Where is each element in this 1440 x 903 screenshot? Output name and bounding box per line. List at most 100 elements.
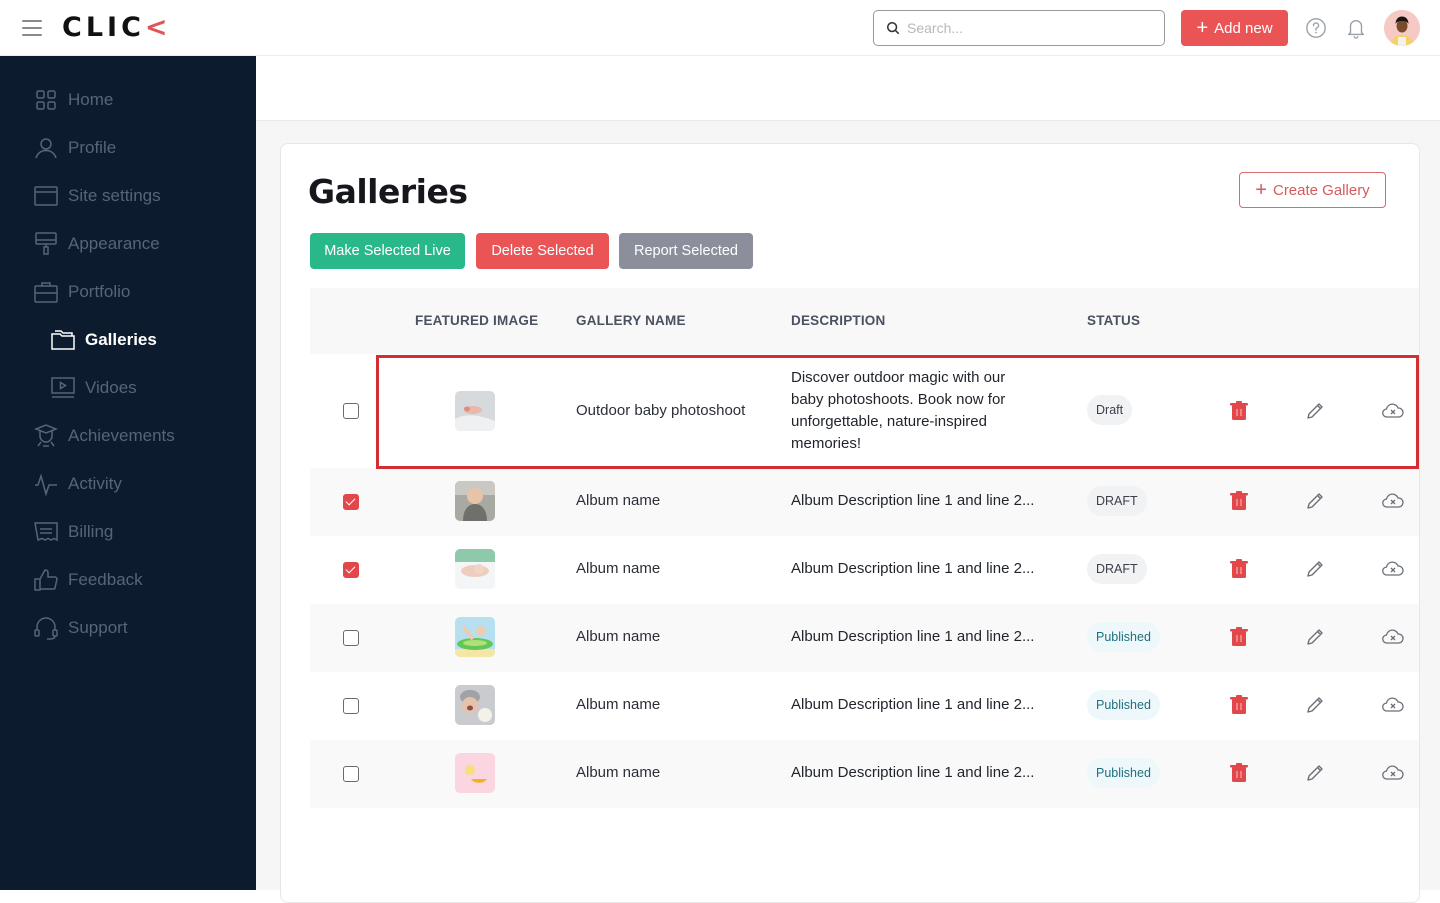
user-icon <box>35 138 57 159</box>
activity-icon <box>35 473 57 496</box>
pencil-icon[interactable] <box>1305 491 1325 511</box>
pencil-icon[interactable] <box>1305 559 1325 579</box>
row-checkbox[interactable] <box>343 698 359 714</box>
status-badge: Published <box>1087 690 1160 720</box>
search-icon <box>886 21 900 35</box>
trash-icon[interactable] <box>1230 559 1248 579</box>
plus-icon: + <box>1196 17 1209 39</box>
row-checkbox[interactable] <box>343 766 359 782</box>
gallery-name: Outdoor baby photoshoot <box>576 402 746 419</box>
trash-icon[interactable] <box>1230 695 1248 715</box>
table-row[interactable]: Album name Album Description line 1 and … <box>310 468 1419 536</box>
trash-icon[interactable] <box>1230 627 1248 647</box>
unpublish-cloud-icon[interactable] <box>1382 695 1404 715</box>
column-header-featured-image: FEATURED IMAGE <box>415 313 539 328</box>
avatar[interactable] <box>1384 10 1420 46</box>
graduate-icon <box>34 424 58 447</box>
video-icon <box>51 377 75 398</box>
search-box[interactable] <box>873 10 1165 46</box>
sidebar-item-label: Portfolio <box>68 282 131 301</box>
menu-icon[interactable] <box>22 20 42 36</box>
pencil-icon[interactable] <box>1305 401 1325 421</box>
unpublish-cloud-icon[interactable] <box>1382 401 1404 421</box>
gallery-description: Album Description line 1 and line 2... <box>791 764 1035 781</box>
table-row[interactable]: Album name Album Description line 1 and … <box>310 604 1419 672</box>
column-header-status: STATUS <box>1087 313 1141 328</box>
sidebar-item-feedback[interactable]: Feedback <box>34 566 143 594</box>
window-icon <box>34 186 58 206</box>
add-new-label: Add new <box>1214 19 1273 37</box>
featured-image-thumbnail[interactable] <box>455 549 495 589</box>
featured-image-thumbnail[interactable] <box>455 753 495 793</box>
gallery-name: Album name <box>576 560 661 577</box>
receipt-icon <box>34 522 58 542</box>
column-header-description: DESCRIPTION <box>791 313 886 328</box>
table-row[interactable]: Album name Album Description line 1 and … <box>310 672 1419 740</box>
pencil-icon[interactable] <box>1305 763 1325 783</box>
sidebar-item-profile[interactable]: Profile <box>34 134 116 162</box>
add-new-button[interactable]: + Add new <box>1181 10 1288 46</box>
sidebar-item-home[interactable]: Home <box>34 86 113 114</box>
featured-image-thumbnail[interactable] <box>455 391 495 431</box>
sidebar-item-label: Galleries <box>85 330 157 349</box>
sidebar-item-support[interactable]: Support <box>34 614 128 642</box>
table-row[interactable]: Outdoor baby photoshoot Discover outdoor… <box>310 354 1419 468</box>
thumbs-up-icon <box>34 569 58 591</box>
unpublish-cloud-icon[interactable] <box>1382 491 1404 511</box>
gallery-description: Album Description line 1 and line 2... <box>791 560 1035 577</box>
gallery-description: Album Description line 1 and line 2... <box>791 628 1035 645</box>
sidebar-item-videos[interactable]: Vidoes <box>51 374 137 402</box>
gallery-name: Album name <box>576 628 661 645</box>
plus-icon: + <box>1255 179 1267 201</box>
row-checkbox[interactable] <box>343 630 359 646</box>
gallery-name: Album name <box>576 696 661 713</box>
report-selected-button[interactable]: Report Selected <box>619 233 753 269</box>
sidebar-item-label: Vidoes <box>85 378 137 397</box>
table-row[interactable]: Album name Album Description line 1 and … <box>310 536 1419 604</box>
sidebar-item-label: Billing <box>68 522 114 541</box>
sidebar-item-achievements[interactable]: Achievements <box>34 422 175 450</box>
table-row[interactable]: Album name Album Description line 1 and … <box>310 740 1419 808</box>
create-gallery-label: Create Gallery <box>1272 181 1370 199</box>
sidebar-item-site-settings[interactable]: Site settings <box>34 182 161 210</box>
top-bar: CLIC< + Add new <box>0 0 1440 56</box>
paint-roller-icon <box>35 232 57 255</box>
help-icon[interactable] <box>1305 17 1327 39</box>
sidebar-item-label: Support <box>68 618 128 637</box>
featured-image-thumbnail[interactable] <box>455 481 495 521</box>
pencil-icon[interactable] <box>1305 627 1325 647</box>
trash-icon[interactable] <box>1230 491 1248 511</box>
headset-icon <box>34 617 58 640</box>
sidebar-item-portfolio[interactable]: Portfolio <box>34 278 130 306</box>
gallery-description: Album Description line 1 and line 2... <box>791 492 1035 509</box>
create-gallery-button[interactable]: + Create Gallery <box>1239 172 1386 208</box>
unpublish-cloud-icon[interactable] <box>1382 627 1404 647</box>
logo[interactable]: CLIC< <box>62 12 172 43</box>
featured-image-thumbnail[interactable] <box>455 685 495 725</box>
trash-icon[interactable] <box>1230 763 1248 783</box>
logo-text: CLIC <box>62 12 145 43</box>
delete-selected-button[interactable]: Delete Selected <box>476 233 609 269</box>
pencil-icon[interactable] <box>1305 695 1325 715</box>
unpublish-cloud-icon[interactable] <box>1382 763 1404 783</box>
row-checkbox[interactable] <box>343 403 359 419</box>
row-checkbox[interactable] <box>343 562 359 578</box>
sidebar-item-activity[interactable]: Activity <box>34 470 122 498</box>
sidebar-item-label: Appearance <box>68 234 160 253</box>
search-input[interactable] <box>907 20 1147 36</box>
sidebar-item-billing[interactable]: Billing <box>34 518 113 546</box>
make-selected-live-button[interactable]: Make Selected Live <box>310 233 465 269</box>
sidebar-item-label: Activity <box>68 474 122 493</box>
bell-icon[interactable] <box>1345 16 1367 40</box>
trash-icon[interactable] <box>1230 401 1248 421</box>
gallery-name: Album name <box>576 764 661 781</box>
status-badge: DRAFT <box>1087 486 1147 516</box>
featured-image-thumbnail[interactable] <box>455 617 495 657</box>
row-checkbox[interactable] <box>343 494 359 510</box>
sidebar-item-appearance[interactable]: Appearance <box>34 230 160 258</box>
unpublish-cloud-icon[interactable] <box>1382 559 1404 579</box>
sidebar: Home Profile Site settings Appearance Po… <box>0 56 256 890</box>
sidebar-item-label: Site settings <box>68 186 161 205</box>
sidebar-item-galleries[interactable]: Galleries <box>51 326 157 354</box>
logo-accent: < <box>144 12 172 43</box>
